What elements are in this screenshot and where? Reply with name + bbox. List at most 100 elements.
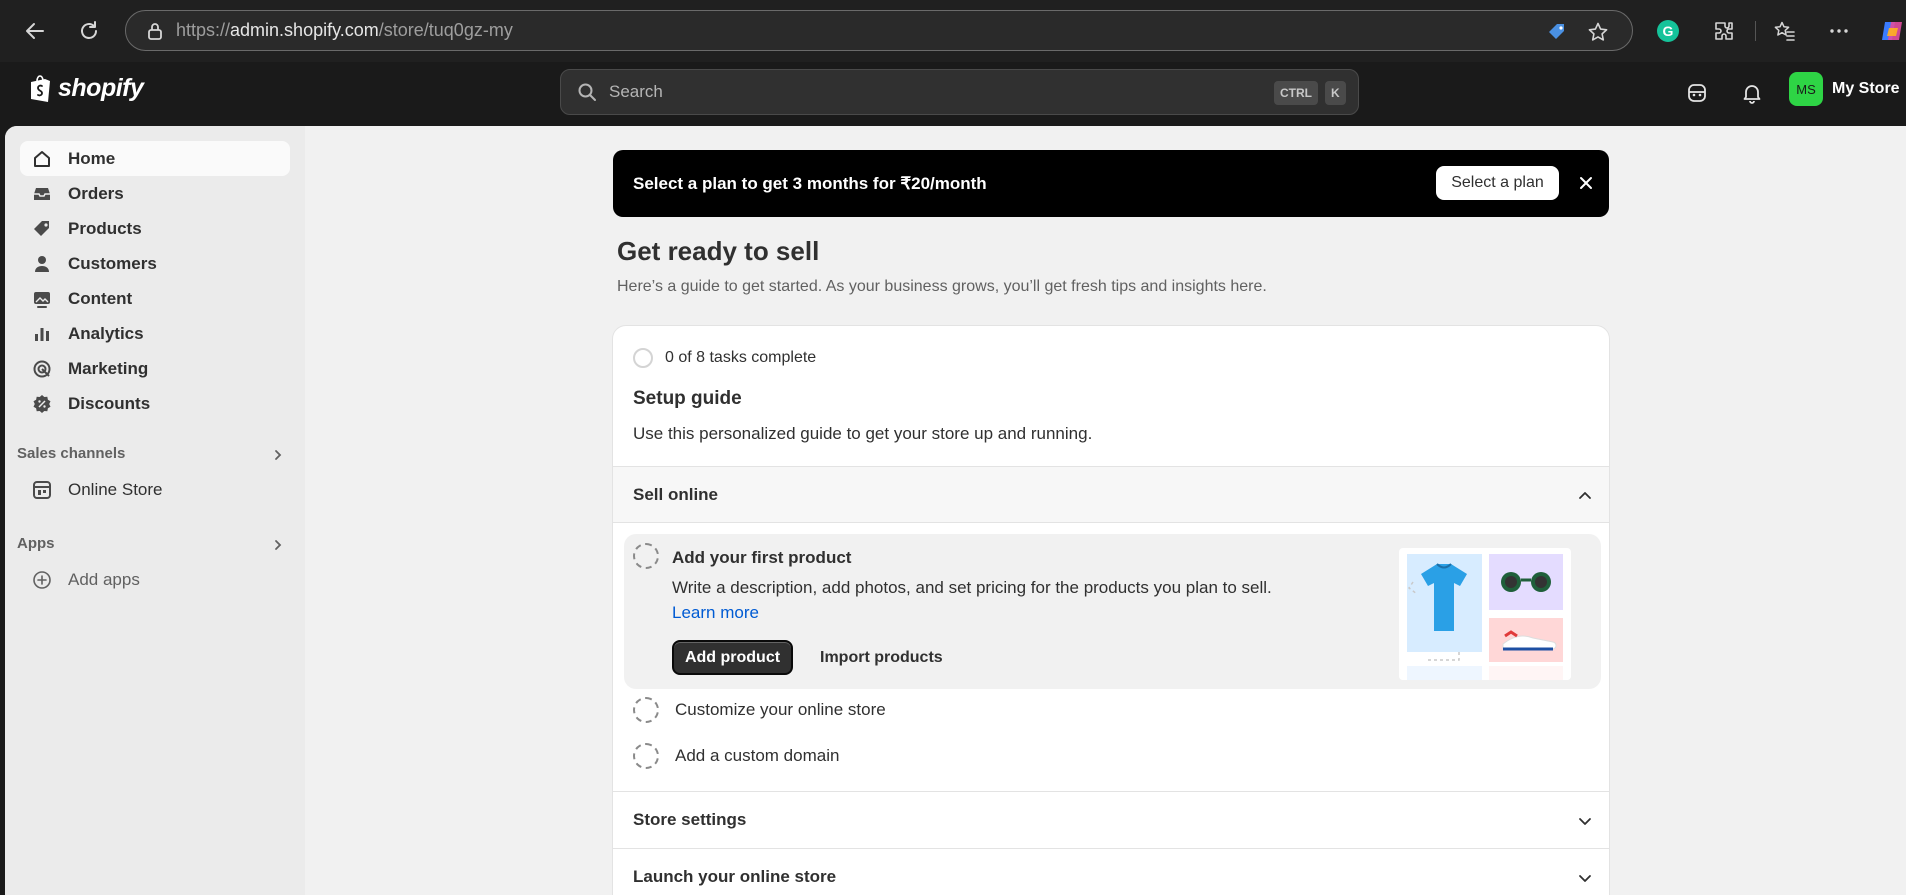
url-host: admin.shopify.com (230, 20, 379, 40)
url-path: /store/tuq0gz-my (378, 20, 513, 40)
sidebar-item-content[interactable]: Content (20, 281, 290, 316)
products-illustration (1399, 548, 1571, 680)
task-add-first-product: Add your first product Write a descripti… (624, 534, 1601, 689)
shopify-bag-icon (31, 74, 50, 102)
search-icon (578, 83, 596, 101)
sidebar-item-marketing[interactable]: Marketing (20, 351, 290, 386)
url-text[interactable]: https://admin.shopify.com/store/tuq0gz-m… (176, 20, 513, 41)
task-checkbox[interactable] (633, 743, 659, 769)
shopify-logo[interactable]: shopify (28, 74, 144, 103)
task-add-custom-domain[interactable]: Add a custom domain (633, 743, 839, 769)
store-name: My Store (1832, 80, 1900, 97)
coupon-tag-icon[interactable] (1539, 11, 1575, 52)
sidebar-item-discounts[interactable]: Discounts (20, 386, 290, 421)
sidebar-item-label: Customers (68, 253, 157, 273)
plan-promo-banner: Select a plan to get 3 months for ₹20/mo… (613, 150, 1609, 217)
page-subtitle: Here’s a guide to get started. As your b… (617, 278, 1267, 295)
chevron-right-icon[interactable] (268, 445, 288, 465)
page-title: Get ready to sell (617, 236, 820, 266)
banner-text: Select a plan to get 3 months for ₹20/mo… (633, 173, 987, 193)
storefront-icon (32, 480, 52, 500)
admin-frame: Home Orders Products Customers Content A… (5, 126, 1906, 895)
store-menu-button[interactable]: MS My Store (1789, 72, 1900, 106)
add-product-button[interactable]: Add product (672, 640, 793, 675)
shortcut-ctrl-key: CTRL (1274, 81, 1318, 105)
sidebar-item-label: Analytics (68, 323, 144, 343)
apps-heading: Apps (17, 535, 55, 552)
sidebar-item-products[interactable]: Products (20, 211, 290, 246)
sidekick-icon[interactable] (1680, 76, 1714, 110)
task-checkbox[interactable] (633, 543, 659, 569)
section-launch-store[interactable]: Launch your online store (613, 848, 1609, 895)
back-icon[interactable] (17, 13, 53, 49)
sidebar-item-analytics[interactable]: Analytics (20, 316, 290, 351)
task-description-text: Write a description, add photos, and set… (672, 578, 1272, 597)
home-icon (32, 149, 52, 169)
sidebar-item-orders[interactable]: Orders (20, 176, 290, 211)
lock-icon[interactable] (146, 22, 164, 40)
plus-circle-icon (32, 570, 52, 590)
task-checkbox[interactable] (633, 697, 659, 723)
sidebar-item-online-store[interactable]: Online Store (20, 472, 290, 507)
target-icon (32, 359, 52, 379)
inbox-icon (32, 184, 52, 204)
sidebar-item-label: Add apps (68, 569, 140, 589)
refresh-icon[interactable] (71, 13, 107, 49)
bar-chart-icon (32, 324, 52, 344)
sidebar-item-label: Content (68, 288, 133, 308)
image-icon (32, 289, 52, 309)
setup-guide-description: Use this personalized guide to get your … (633, 424, 1093, 443)
url-prefix: https:// (176, 20, 231, 40)
sidebar-item-home[interactable]: Home (20, 141, 290, 176)
section-store-settings[interactable]: Store settings (613, 791, 1609, 848)
sidebar-item-label: Products (68, 218, 142, 238)
notifications-bell-icon[interactable] (1735, 76, 1769, 110)
task-label: Add a custom domain (675, 746, 840, 765)
person-icon (32, 254, 52, 274)
sidebar-item-add-apps[interactable]: Add apps (20, 562, 290, 597)
import-products-button[interactable]: Import products (820, 640, 943, 675)
task-label: Customize your online store (675, 700, 886, 719)
sidebar-item-label: Marketing (68, 358, 149, 378)
progress-row: 0 of 8 tasks complete (633, 348, 816, 368)
extensions-icon[interactable] (1706, 13, 1742, 49)
more-options-icon[interactable] (1821, 13, 1857, 49)
chevron-down-icon (1575, 868, 1595, 888)
logo-wordmark: shopify (58, 74, 144, 102)
sidebar-item-label: Home (68, 148, 116, 168)
sidebar-item-label: Online Store (68, 479, 163, 499)
copilot-icon[interactable] (1874, 13, 1906, 49)
admin-topbar: shopify Search CTRL K MS My Store (0, 62, 1906, 126)
progress-text: 0 of 8 tasks complete (665, 349, 817, 366)
sales-channels-heading: Sales channels (17, 445, 126, 462)
search-placeholder: Search (609, 82, 663, 101)
sidebar-item-label: Discounts (68, 393, 151, 413)
chevron-up-icon (1575, 486, 1595, 506)
favorite-star-icon[interactable] (1580, 11, 1616, 52)
task-description: Write a description, add photos, and set… (672, 575, 1272, 625)
avatar: MS (1789, 72, 1823, 106)
select-plan-button[interactable]: Select a plan (1436, 166, 1559, 200)
sidebar: Home Orders Products Customers Content A… (5, 126, 305, 895)
browser-toolbar: https://admin.shopify.com/store/tuq0gz-m… (0, 0, 1906, 62)
toolbar-divider (1755, 21, 1756, 41)
search-input[interactable]: Search CTRL K (560, 69, 1359, 115)
chevron-right-icon[interactable] (268, 535, 288, 555)
progress-ring-icon (633, 348, 653, 368)
close-icon[interactable] (1575, 172, 1597, 194)
discount-icon (32, 394, 52, 414)
section-sell-online[interactable]: Sell online (613, 466, 1609, 523)
sidebar-item-label: Orders (68, 183, 124, 203)
chevron-down-icon (1575, 811, 1595, 831)
tag-icon (32, 219, 52, 239)
sidebar-item-customers[interactable]: Customers (20, 246, 290, 281)
address-bar[interactable]: https://admin.shopify.com/store/tuq0gz-m… (125, 10, 1633, 51)
task-title: Add your first product (672, 548, 852, 567)
grammarly-icon[interactable]: G (1650, 13, 1686, 49)
svg-text:G: G (1663, 23, 1674, 39)
learn-more-link[interactable]: Learn more (672, 603, 759, 622)
setup-guide-card: 0 of 8 tasks complete Setup guide Use th… (612, 325, 1610, 895)
section-label: Sell online (633, 484, 719, 504)
task-customize-online-store[interactable]: Customize your online store (633, 697, 886, 723)
favorites-icon[interactable] (1767, 13, 1803, 49)
